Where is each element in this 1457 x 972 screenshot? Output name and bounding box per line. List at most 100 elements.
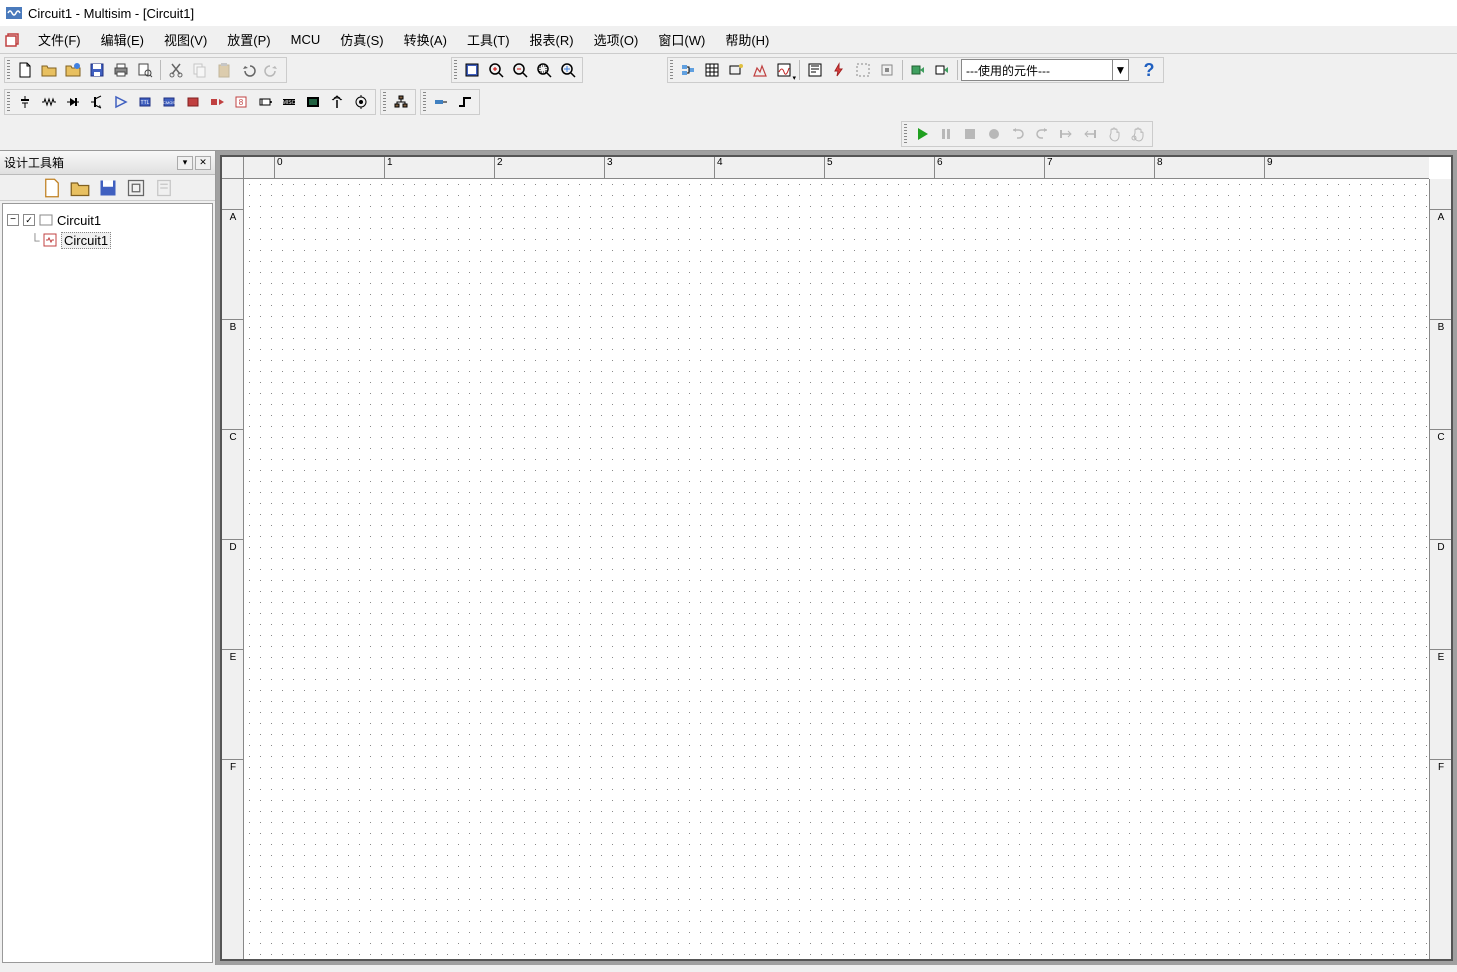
ruler-v-tick: D (222, 539, 244, 649)
ruler-h-tick: 7 (1044, 157, 1154, 179)
open-sample-button[interactable] (61, 58, 85, 82)
analog-button[interactable] (109, 90, 133, 114)
ruler-h-tick: 0 (274, 157, 384, 179)
properties-icon[interactable] (154, 178, 174, 198)
step-over-button[interactable] (1030, 122, 1054, 146)
fullscreen-button[interactable] (460, 58, 484, 82)
print-preview-button[interactable] (133, 58, 157, 82)
cmos-button[interactable]: CMOS (157, 90, 181, 114)
postprocessor-button[interactable] (803, 58, 827, 82)
tree-collapse-icon[interactable]: − (7, 214, 19, 226)
save-schematic-icon[interactable] (98, 178, 118, 198)
menu-tools[interactable]: 工具(T) (457, 26, 520, 53)
sidebar-title: 设计工具箱 (4, 154, 64, 171)
place-junction-button[interactable] (453, 90, 477, 114)
indicator-button[interactable]: 8 (229, 90, 253, 114)
schematic-canvas[interactable] (244, 179, 1429, 959)
database-button[interactable] (676, 58, 700, 82)
menu-options[interactable]: 选项(O) (584, 26, 649, 53)
step-back-button[interactable] (1078, 122, 1102, 146)
menu-help[interactable]: 帮助(H) (715, 26, 779, 53)
copy-button[interactable] (188, 58, 212, 82)
tree-child-row[interactable]: └ Circuit1 (7, 230, 208, 250)
stop-button[interactable] (958, 122, 982, 146)
zoom-in-button[interactable] (484, 58, 508, 82)
undo-button[interactable] (236, 58, 260, 82)
database-manager-button[interactable] (748, 58, 772, 82)
place-bus-button[interactable] (429, 90, 453, 114)
rf-button[interactable] (325, 90, 349, 114)
electrical-rules-button[interactable] (827, 58, 851, 82)
design-tree[interactable]: − ✓ Circuit1 └ Circuit1 (2, 203, 213, 963)
menu-mcu[interactable]: MCU (281, 28, 331, 51)
mixed-button[interactable] (205, 90, 229, 114)
ttl-button[interactable]: TTL (133, 90, 157, 114)
pointer-button[interactable] (1126, 122, 1150, 146)
misc-button[interactable]: MISC (277, 90, 301, 114)
open-button[interactable] (37, 58, 61, 82)
tree-child-label[interactable]: Circuit1 (61, 232, 111, 249)
tree-root-row[interactable]: − ✓ Circuit1 (7, 210, 208, 230)
basic-button[interactable] (37, 90, 61, 114)
help-button[interactable]: ? (1137, 58, 1161, 82)
step-into-button[interactable] (1006, 122, 1030, 146)
redo-button[interactable] (260, 58, 284, 82)
misc-digital-button[interactable] (181, 90, 205, 114)
advanced-peripherals-button[interactable] (301, 90, 325, 114)
sidebar-dropdown-icon[interactable]: ▾ (177, 156, 193, 170)
component-wizard-button[interactable] (724, 58, 748, 82)
tree-checkbox[interactable]: ✓ (23, 214, 35, 226)
diode-button[interactable] (61, 90, 85, 114)
refresh-icon[interactable] (126, 178, 146, 198)
back-annotate-button[interactable] (875, 58, 899, 82)
sidebar-close-icon[interactable]: ✕ (195, 156, 211, 170)
zoom-area-button[interactable] (532, 58, 556, 82)
new-schematic-icon[interactable] (42, 178, 62, 198)
ruler-h-tick: 9 (1264, 157, 1374, 179)
restore-icon[interactable] (4, 31, 22, 49)
open-schematic-icon[interactable] (70, 178, 90, 198)
electromechanical-button[interactable] (349, 90, 373, 114)
menu-edit[interactable]: 编辑(E) (91, 26, 154, 53)
transistor-button[interactable] (85, 90, 109, 114)
menu-transfer[interactable]: 转换(A) (394, 26, 457, 53)
paste-button[interactable] (212, 58, 236, 82)
tree-root-label[interactable]: Circuit1 (57, 213, 101, 228)
pause-button[interactable] (934, 122, 958, 146)
source-button[interactable] (13, 90, 37, 114)
zoom-out-button[interactable] (508, 58, 532, 82)
ruler-h-tick: 4 (714, 157, 824, 179)
used-components-input[interactable] (962, 63, 1112, 77)
used-components-combo[interactable]: ▼ (961, 59, 1129, 81)
menu-view[interactable]: 视图(V) (154, 26, 217, 53)
step-out-button[interactable] (1054, 122, 1078, 146)
new-button[interactable] (13, 58, 37, 82)
menu-simulate[interactable]: 仿真(S) (330, 26, 393, 53)
grapher-button[interactable]: ▾ (772, 58, 796, 82)
spreadsheet-button[interactable] (700, 58, 724, 82)
svg-text:8: 8 (239, 98, 244, 107)
menu-file[interactable]: 文件(F) (28, 26, 91, 53)
menu-reports[interactable]: 报表(R) (520, 26, 584, 53)
toolbar-row-3 (0, 118, 1457, 150)
capture-area-button[interactable] (851, 58, 875, 82)
ultiboard-button[interactable] (930, 58, 954, 82)
canvas-wrap: 0123456789 ABCDEF ABCDEF (220, 155, 1453, 961)
print-button[interactable] (109, 58, 133, 82)
ruler-v-tick: F (222, 759, 244, 869)
combo-dropdown-icon[interactable]: ▼ (1112, 60, 1128, 80)
menu-window[interactable]: 窗口(W) (648, 26, 715, 53)
ruler-v-tick: E (1430, 649, 1451, 759)
menu-place[interactable]: 放置(P) (217, 26, 280, 53)
power-button[interactable] (253, 90, 277, 114)
run-button[interactable] (910, 122, 934, 146)
forward-annotate-button[interactable] (906, 58, 930, 82)
hierarchical-block-button[interactable] (389, 90, 413, 114)
record-button[interactable] (982, 122, 1006, 146)
pan-button[interactable] (1102, 122, 1126, 146)
cut-button[interactable] (164, 58, 188, 82)
ruler-h-tick: 8 (1154, 157, 1264, 179)
ruler-v-tick: B (222, 319, 244, 429)
zoom-fit-button[interactable] (556, 58, 580, 82)
save-button[interactable] (85, 58, 109, 82)
